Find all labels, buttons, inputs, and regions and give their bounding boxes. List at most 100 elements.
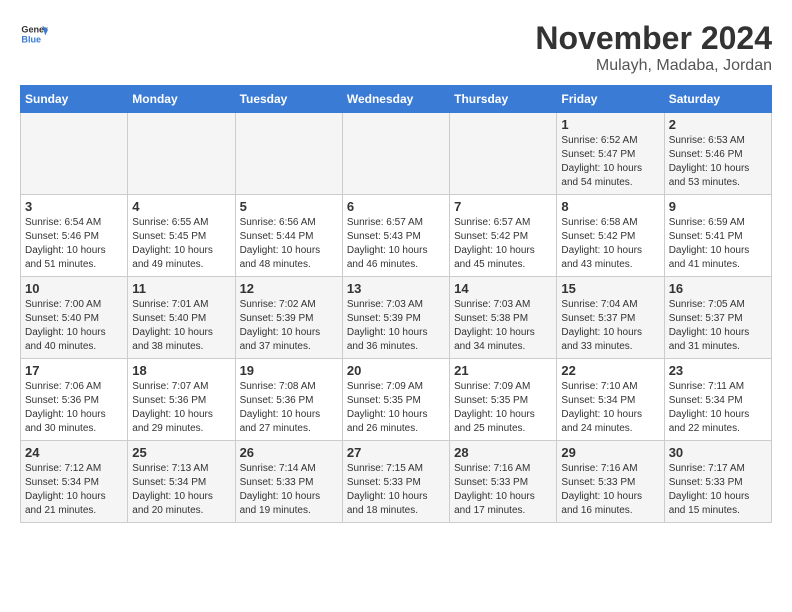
weekday-header: Thursday <box>450 86 557 113</box>
cell-info: Sunrise: 7:14 AM Sunset: 5:33 PM Dayligh… <box>240 462 338 518</box>
day-number: 20 <box>347 363 445 378</box>
calendar-cell: 15 Sunrise: 7:04 AM Sunset: 5:37 PM Dayli… <box>557 277 664 359</box>
cell-info: Sunrise: 6:57 AM Sunset: 5:42 PM Dayligh… <box>454 216 552 272</box>
calendar-cell: 14Sunrise: 7:03 AM Sunset: 5:38 PM Dayli… <box>450 277 557 359</box>
day-number: 27 <box>347 445 445 460</box>
day-number: 1 <box>561 117 659 132</box>
cell-info: Sunrise: 7:16 AM Sunset: 5:33 PM Dayligh… <box>454 462 552 518</box>
day-number: 21 <box>454 363 552 378</box>
day-number: 18 <box>132 363 230 378</box>
cell-info: Sunrise: 6:56 AM Sunset: 5:44 PM Dayligh… <box>240 216 338 272</box>
calendar-week-row: 1 Sunrise: 6:52 AM Sunset: 5:47 PM Daylig… <box>21 113 772 195</box>
day-number: 6 <box>347 199 445 214</box>
month-title: November 2024 <box>535 20 772 57</box>
day-number: 22 <box>561 363 659 378</box>
cell-info: Sunrise: 7:03 AM Sunset: 5:39 PM Dayligh… <box>347 298 445 354</box>
day-number: 24 <box>25 445 123 460</box>
day-number: 14 <box>454 281 552 296</box>
page-header: General Blue November 2024 Mulayh, Madab… <box>20 20 772 75</box>
day-number: 3 <box>25 199 123 214</box>
day-number: 2 <box>669 117 767 132</box>
calendar-cell: 18 Sunrise: 7:07 AM Sunset: 5:36 PM Dayli… <box>128 359 235 441</box>
calendar-body: 1 Sunrise: 6:52 AM Sunset: 5:47 PM Daylig… <box>21 113 772 523</box>
calendar-cell <box>128 113 235 195</box>
calendar-cell: 24Sunrise: 7:12 AM Sunset: 5:34 PM Dayli… <box>21 441 128 523</box>
day-number: 8 <box>561 199 659 214</box>
cell-info: Sunrise: 7:08 AM Sunset: 5:36 PM Dayligh… <box>240 380 338 436</box>
cell-info: Sunrise: 7:06 AM Sunset: 5:36 PM Dayligh… <box>25 380 123 436</box>
calendar-cell: 6 Sunrise: 6:57 AM Sunset: 5:43 PM Daylig… <box>342 195 449 277</box>
calendar-cell: 4 Sunrise: 6:55 AM Sunset: 5:45 PM Daylig… <box>128 195 235 277</box>
calendar-header-row: SundayMondayTuesdayWednesdayThursdayFrid… <box>21 86 772 113</box>
calendar-cell: 20 Sunrise: 7:09 AM Sunset: 5:35 PM Dayli… <box>342 359 449 441</box>
cell-info: Sunrise: 6:57 AM Sunset: 5:43 PM Dayligh… <box>347 216 445 272</box>
cell-info: Sunrise: 7:11 AM Sunset: 5:34 PM Dayligh… <box>669 380 767 436</box>
day-number: 4 <box>132 199 230 214</box>
calendar-week-row: 24Sunrise: 7:12 AM Sunset: 5:34 PM Dayli… <box>21 441 772 523</box>
calendar-cell: 2 Sunrise: 6:53 AM Sunset: 5:46 PM Daylig… <box>664 113 771 195</box>
weekday-header: Wednesday <box>342 86 449 113</box>
cell-info: Sunrise: 6:58 AM Sunset: 5:42 PM Dayligh… <box>561 216 659 272</box>
calendar-cell: 10 Sunrise: 7:00 AM Sunset: 5:40 PM Dayli… <box>21 277 128 359</box>
calendar-cell: 16Sunrise: 7:05 AM Sunset: 5:37 PM Dayli… <box>664 277 771 359</box>
cell-info: Sunrise: 7:13 AM Sunset: 5:34 PM Dayligh… <box>132 462 230 518</box>
logo-icon: General Blue <box>20 20 48 48</box>
cell-info: Sunrise: 7:04 AM Sunset: 5:37 PM Dayligh… <box>561 298 659 354</box>
calendar-week-row: 3 Sunrise: 6:54 AM Sunset: 5:46 PM Daylig… <box>21 195 772 277</box>
calendar-table: SundayMondayTuesdayWednesdayThursdayFrid… <box>20 85 772 523</box>
weekday-header: Saturday <box>664 86 771 113</box>
cell-info: Sunrise: 7:09 AM Sunset: 5:35 PM Dayligh… <box>347 380 445 436</box>
logo: General Blue <box>20 20 48 48</box>
calendar-cell: 12 Sunrise: 7:02 AM Sunset: 5:39 PM Dayli… <box>235 277 342 359</box>
cell-info: Sunrise: 7:10 AM Sunset: 5:34 PM Dayligh… <box>561 380 659 436</box>
svg-text:Blue: Blue <box>21 34 41 44</box>
calendar-cell: 7Sunrise: 6:57 AM Sunset: 5:42 PM Daylig… <box>450 195 557 277</box>
day-number: 12 <box>240 281 338 296</box>
calendar-cell: 8 Sunrise: 6:58 AM Sunset: 5:42 PM Daylig… <box>557 195 664 277</box>
cell-info: Sunrise: 7:05 AM Sunset: 5:37 PM Dayligh… <box>669 298 767 354</box>
calendar-cell <box>342 113 449 195</box>
cell-info: Sunrise: 7:16 AM Sunset: 5:33 PM Dayligh… <box>561 462 659 518</box>
day-number: 17 <box>25 363 123 378</box>
title-block: November 2024 Mulayh, Madaba, Jordan <box>535 20 772 75</box>
cell-info: Sunrise: 7:02 AM Sunset: 5:39 PM Dayligh… <box>240 298 338 354</box>
cell-info: Sunrise: 7:07 AM Sunset: 5:36 PM Dayligh… <box>132 380 230 436</box>
cell-info: Sunrise: 6:53 AM Sunset: 5:46 PM Dayligh… <box>669 134 767 190</box>
cell-info: Sunrise: 7:15 AM Sunset: 5:33 PM Dayligh… <box>347 462 445 518</box>
calendar-cell: 30 Sunrise: 7:17 AM Sunset: 5:33 PM Dayli… <box>664 441 771 523</box>
day-number: 15 <box>561 281 659 296</box>
calendar-cell: 27 Sunrise: 7:15 AM Sunset: 5:33 PM Dayli… <box>342 441 449 523</box>
calendar-cell: 13 Sunrise: 7:03 AM Sunset: 5:39 PM Dayli… <box>342 277 449 359</box>
calendar-cell: 11Sunrise: 7:01 AM Sunset: 5:40 PM Dayli… <box>128 277 235 359</box>
cell-info: Sunrise: 6:52 AM Sunset: 5:47 PM Dayligh… <box>561 134 659 190</box>
calendar-cell: 3 Sunrise: 6:54 AM Sunset: 5:46 PM Daylig… <box>21 195 128 277</box>
cell-info: Sunrise: 7:00 AM Sunset: 5:40 PM Dayligh… <box>25 298 123 354</box>
day-number: 11 <box>132 281 230 296</box>
weekday-header: Tuesday <box>235 86 342 113</box>
weekday-header: Sunday <box>21 86 128 113</box>
day-number: 26 <box>240 445 338 460</box>
day-number: 30 <box>669 445 767 460</box>
calendar-cell: 21Sunrise: 7:09 AM Sunset: 5:35 PM Dayli… <box>450 359 557 441</box>
cell-info: Sunrise: 6:54 AM Sunset: 5:46 PM Dayligh… <box>25 216 123 272</box>
calendar-week-row: 17 Sunrise: 7:06 AM Sunset: 5:36 PM Dayli… <box>21 359 772 441</box>
day-number: 13 <box>347 281 445 296</box>
day-number: 23 <box>669 363 767 378</box>
weekday-header: Monday <box>128 86 235 113</box>
calendar-cell: 23 Sunrise: 7:11 AM Sunset: 5:34 PM Dayli… <box>664 359 771 441</box>
cell-info: Sunrise: 6:55 AM Sunset: 5:45 PM Dayligh… <box>132 216 230 272</box>
calendar-cell: 25Sunrise: 7:13 AM Sunset: 5:34 PM Dayli… <box>128 441 235 523</box>
day-number: 19 <box>240 363 338 378</box>
cell-info: Sunrise: 7:17 AM Sunset: 5:33 PM Dayligh… <box>669 462 767 518</box>
calendar-cell: 5Sunrise: 6:56 AM Sunset: 5:44 PM Daylig… <box>235 195 342 277</box>
location-title: Mulayh, Madaba, Jordan <box>535 57 772 75</box>
calendar-cell <box>235 113 342 195</box>
day-number: 28 <box>454 445 552 460</box>
calendar-cell: 19 Sunrise: 7:08 AM Sunset: 5:36 PM Dayli… <box>235 359 342 441</box>
weekday-header: Friday <box>557 86 664 113</box>
day-number: 29 <box>561 445 659 460</box>
calendar-cell: 1 Sunrise: 6:52 AM Sunset: 5:47 PM Daylig… <box>557 113 664 195</box>
calendar-cell: 17 Sunrise: 7:06 AM Sunset: 5:36 PM Dayli… <box>21 359 128 441</box>
day-number: 10 <box>25 281 123 296</box>
calendar-cell <box>450 113 557 195</box>
